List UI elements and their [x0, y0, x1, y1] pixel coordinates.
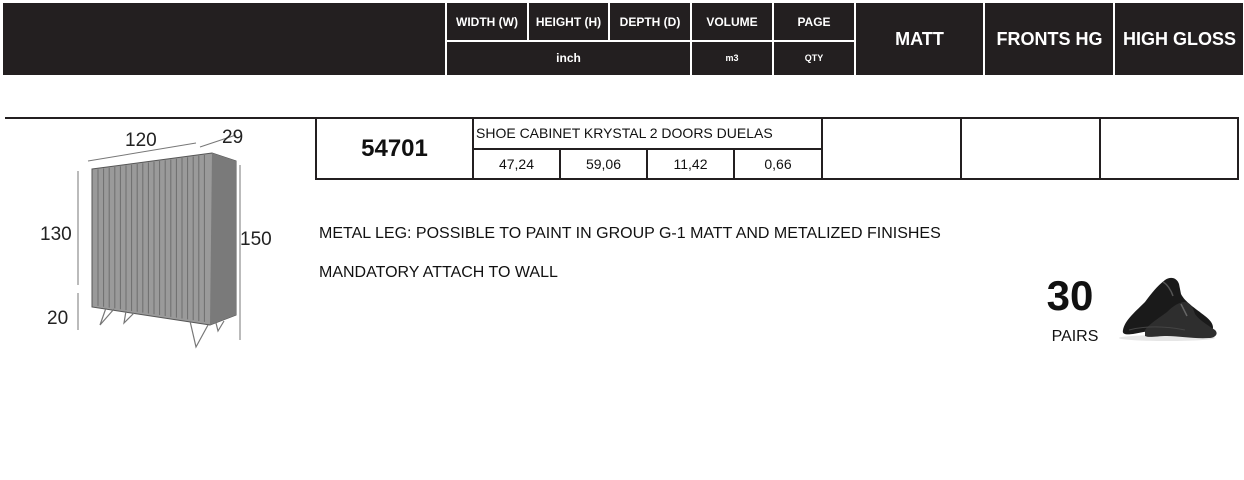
- product-code: 54701: [315, 117, 474, 180]
- header-height-label: HEIGHT (H): [535, 15, 602, 29]
- header-volume-unit: m3: [725, 52, 739, 63]
- header-finish-fronts-hg: FRONTS HG: [996, 28, 1103, 49]
- product-volume-value: 0,66: [733, 148, 823, 180]
- note-wall-attach: MANDATORY ATTACH TO WALL: [319, 264, 558, 281]
- product-height-value: 59,06: [559, 148, 648, 180]
- header-depth-label: DEPTH (D): [619, 15, 681, 29]
- dim-leg-height: 20: [47, 308, 69, 329]
- price-cell-matt: [821, 117, 962, 180]
- header-volume-label: VOLUME: [706, 15, 758, 29]
- header-finish-high-gloss: HIGH GLOSS: [1122, 28, 1236, 49]
- header-finish-matt: MATT: [895, 28, 944, 49]
- header-divider: [690, 3, 692, 75]
- header-divider: [445, 3, 447, 75]
- header-divider: [772, 3, 774, 75]
- product-width-value: 47,24: [472, 148, 561, 180]
- capacity-unit: PAIRS: [1051, 328, 1099, 345]
- price-cell-high-gloss: [1099, 117, 1239, 180]
- price-cell-fronts-hg: [960, 117, 1101, 180]
- dim-width: 120: [125, 130, 157, 151]
- header-divider: [527, 3, 529, 41]
- header-divider: [608, 3, 610, 41]
- header-page-unit: QTY: [804, 52, 824, 63]
- header-divider: [445, 40, 855, 42]
- product-name: SHOE CABINET KRYSTAL 2 DOORS DUELAS: [472, 117, 823, 150]
- shoes-icon: [1119, 277, 1217, 341]
- header-divider: [1113, 3, 1115, 75]
- header-divider: [983, 3, 985, 75]
- capacity-value: 30: [1046, 272, 1094, 319]
- header-divider: [854, 3, 856, 75]
- dim-body-height: 130: [40, 224, 72, 245]
- product-depth-value: 11,42: [646, 148, 735, 180]
- header-page-label: PAGE: [797, 15, 831, 29]
- dim-depth: 29: [222, 127, 244, 148]
- note-metal-leg: METAL LEG: POSSIBLE TO PAINT IN GROUP G-…: [319, 225, 941, 242]
- header-width-label: WIDTH (W): [456, 15, 518, 29]
- header-unit-label: inch: [556, 50, 581, 65]
- dim-total-height: 150: [240, 229, 272, 250]
